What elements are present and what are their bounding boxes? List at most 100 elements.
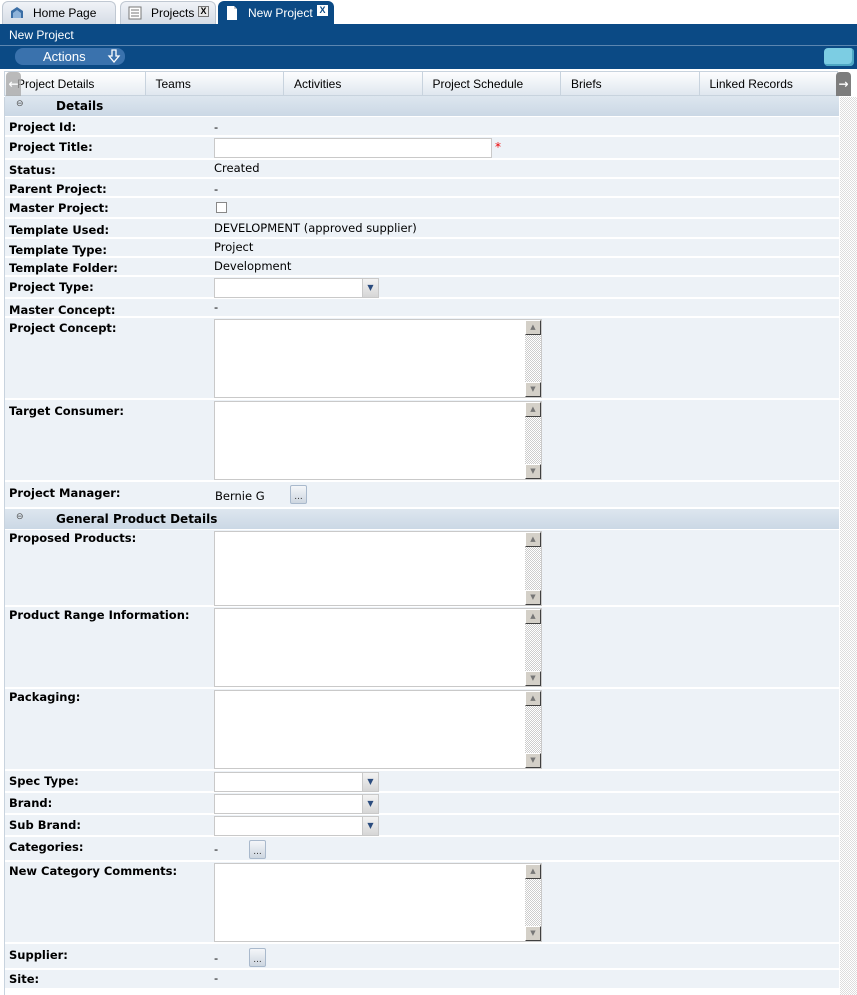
product-range-information-textarea[interactable]: ▲ ▼ <box>214 608 542 687</box>
field-value: Project <box>214 240 254 254</box>
page-title: New Project <box>9 28 74 42</box>
lookup-button[interactable]: ... <box>290 485 307 504</box>
field-value: Development <box>214 259 292 273</box>
field-brand: Brand: ▼ <box>5 793 839 815</box>
document-icon <box>227 5 237 20</box>
field-project-title: Project Title: * <box>5 137 839 160</box>
chevron-down-icon[interactable]: ▼ <box>362 773 378 791</box>
field-project-id: Project Id: - <box>5 117 839 137</box>
proposed-products-textarea[interactable]: ▲ ▼ <box>214 531 542 606</box>
field-spec-type: Spec Type: ▼ <box>5 771 839 793</box>
vertical-scrollbar[interactable] <box>840 97 857 995</box>
close-icon[interactable]: X <box>198 6 209 17</box>
field-product-range-information: Product Range Information: ▲ ▼ <box>5 607 839 689</box>
project-title-input[interactable] <box>214 138 492 158</box>
tab-linked-records[interactable]: Linked Records <box>700 72 838 95</box>
scroll-down-icon[interactable]: ▼ <box>525 464 541 479</box>
packaging-textarea[interactable]: ▲ ▼ <box>214 690 542 769</box>
project-type-select[interactable]: ▼ <box>214 278 379 298</box>
scroll-down-icon[interactable]: ▼ <box>525 590 541 605</box>
field-label: Project Type: <box>9 280 94 294</box>
scroll-down-icon[interactable]: ▼ <box>525 671 541 686</box>
tab-project-schedule[interactable]: Project Schedule <box>423 72 561 95</box>
scroll-up-icon[interactable]: ▲ <box>525 320 541 335</box>
field-label: Status: <box>9 163 56 177</box>
field-project-concept: Project Concept: ▲ ▼ <box>5 318 839 400</box>
field-template-folder: Template Folder: Development <box>5 258 839 277</box>
tab-projects[interactable]: Projects X <box>120 1 216 24</box>
tab-home-page[interactable]: Home Page <box>2 1 116 24</box>
collapse-icon[interactable]: ⊖ <box>16 99 24 109</box>
scroll-up-icon[interactable]: ▲ <box>525 864 541 879</box>
field-master-concept: Master Concept: - <box>5 299 839 318</box>
field-label: Product Range Information: <box>9 608 190 622</box>
field-label: Template Folder: <box>9 261 118 275</box>
scroll-up-icon[interactable]: ▲ <box>525 691 541 706</box>
field-label: Master Concept: <box>9 303 116 317</box>
chevron-down-icon[interactable]: ▼ <box>362 279 378 297</box>
field-value: DEVELOPMENT (approved supplier) <box>214 221 417 235</box>
divider <box>0 45 857 46</box>
project-form: ⊖ Details Project Id: - Project Title: *… <box>5 96 839 990</box>
field-template-used: Template Used: DEVELOPMENT (approved sup… <box>5 219 839 239</box>
field-label: Project Title: <box>9 140 93 154</box>
scroll-tabs-right-icon[interactable]: → <box>836 72 851 96</box>
field-label: Brand: <box>9 796 53 810</box>
tab-new-project[interactable]: New Project X <box>218 1 334 24</box>
scroll-up-icon[interactable]: ▲ <box>525 609 541 624</box>
scroll-down-icon[interactable]: ▼ <box>525 753 541 768</box>
scroll-tabs-left-icon[interactable]: ← <box>6 72 21 96</box>
scroll-up-icon[interactable]: ▲ <box>525 532 541 547</box>
field-label: Spec Type: <box>9 774 79 788</box>
section-general-product-details-header[interactable]: ⊖ General Product Details <box>5 509 839 530</box>
field-label: Packaging: <box>9 690 81 704</box>
target-consumer-textarea[interactable]: ▲ ▼ <box>214 401 542 480</box>
close-icon[interactable]: X <box>317 5 328 16</box>
section-details-header[interactable]: ⊖ Details <box>5 96 839 117</box>
lookup-button[interactable]: ... <box>249 840 266 859</box>
tab-project-details[interactable]: Project Details <box>5 72 146 95</box>
scroll-down-icon[interactable]: ▼ <box>525 382 541 397</box>
project-concept-textarea[interactable]: ▲ ▼ <box>214 319 542 398</box>
spec-type-select[interactable]: ▼ <box>214 772 379 792</box>
required-marker: * <box>495 140 501 154</box>
collapse-icon[interactable]: ⊖ <box>16 512 24 522</box>
tab-activities[interactable]: Activities <box>284 72 423 95</box>
lookup-button[interactable]: ... <box>249 948 266 967</box>
master-project-checkbox[interactable] <box>216 202 227 213</box>
tab-briefs[interactable]: Briefs <box>561 72 700 95</box>
field-template-type: Template Type: Project <box>5 239 839 258</box>
actions-label: Actions <box>43 49 86 64</box>
list-icon <box>128 6 142 20</box>
field-value: - <box>214 182 219 196</box>
field-label: New Category Comments: <box>9 864 178 878</box>
field-label: Categories: <box>9 840 84 854</box>
field-label: Supplier: <box>9 948 68 962</box>
window-tab-bar: Home Page Projects X New Project X <box>0 0 857 24</box>
scroll-down-icon[interactable]: ▼ <box>525 926 541 941</box>
sub-tab-bar: Project Details Teams Activities Project… <box>4 71 838 96</box>
field-label: Project Id: <box>9 120 77 134</box>
new-category-comments-textarea[interactable]: ▲ ▼ <box>214 863 542 942</box>
field-new-category-comments: New Category Comments: ▲ ▼ <box>5 862 839 944</box>
chat-icon[interactable] <box>824 48 854 66</box>
chevron-down-icon[interactable]: ▼ <box>362 817 378 835</box>
field-value: - <box>214 842 219 856</box>
field-label: Target Consumer: <box>9 404 124 418</box>
field-label: Site: <box>9 972 40 986</box>
tab-label: Home Page <box>33 6 97 20</box>
field-supplier: Supplier: - ... <box>5 944 839 970</box>
actions-button[interactable]: Actions <box>15 48 125 65</box>
field-label: Sub Brand: <box>9 818 81 832</box>
field-master-project: Master Project: <box>5 198 839 219</box>
brand-select[interactable]: ▼ <box>214 794 379 814</box>
chevron-down-icon[interactable]: ▼ <box>362 795 378 813</box>
scroll-up-icon[interactable]: ▲ <box>525 402 541 417</box>
tab-teams[interactable]: Teams <box>146 72 284 95</box>
tab-label: Projects <box>151 6 195 20</box>
field-label: Project Manager: <box>9 486 121 500</box>
page-header: New Project Actions <box>0 24 857 69</box>
field-value: - <box>214 951 219 965</box>
field-label: Template Type: <box>9 243 107 257</box>
sub-brand-select[interactable]: ▼ <box>214 816 379 836</box>
